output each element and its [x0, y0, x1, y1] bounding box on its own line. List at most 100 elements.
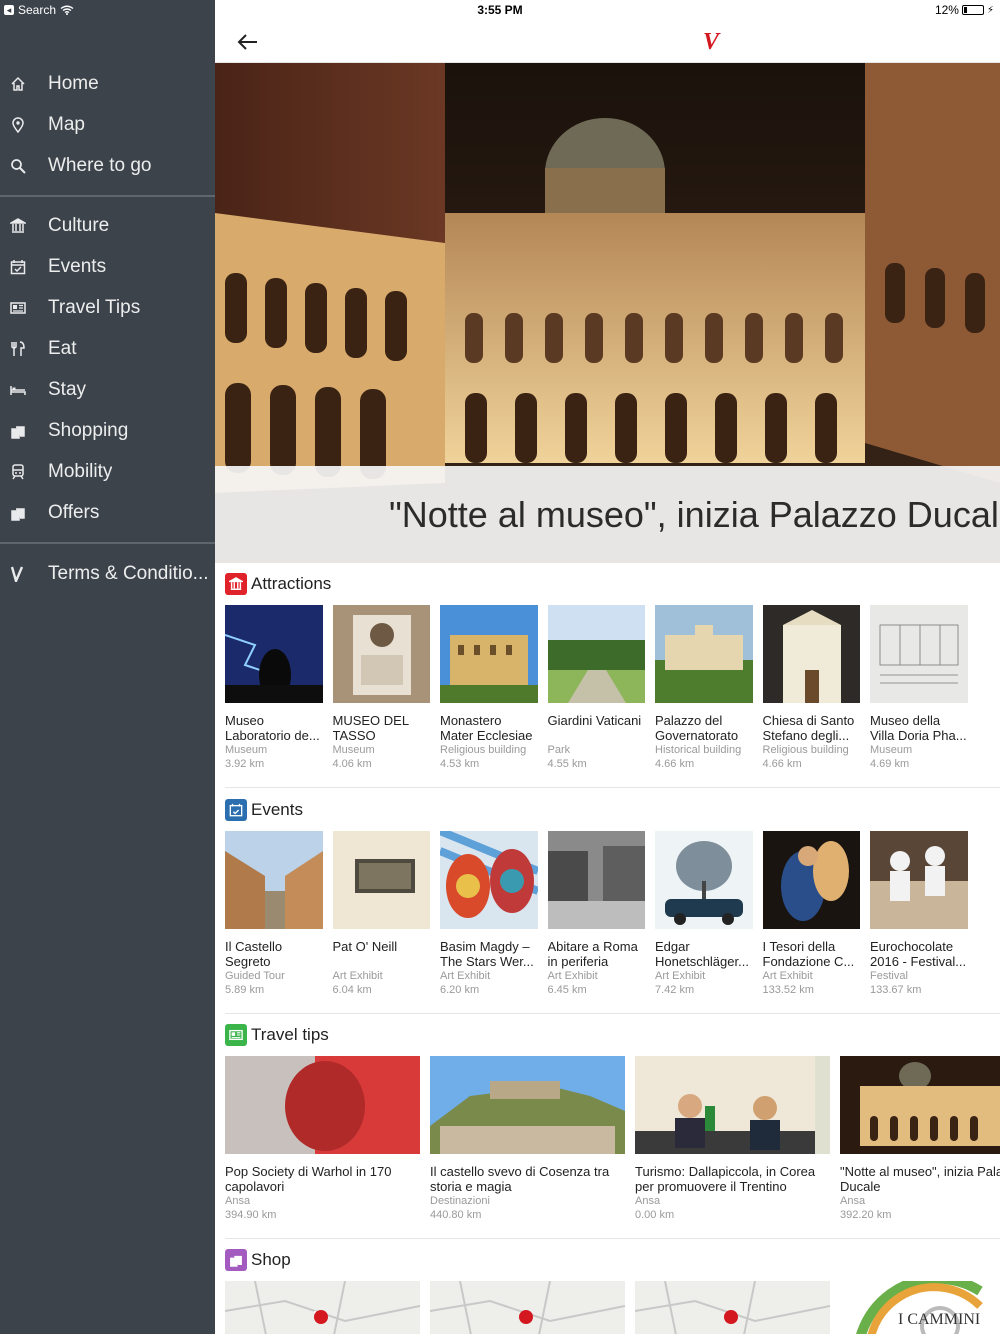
sidebar-item-label: Events: [48, 255, 107, 277]
card-title: Pop Society di Warhol in 170 capolavori: [225, 1164, 392, 1194]
sidebar-item-label: Offers: [48, 501, 100, 523]
shop-list: I CAMMINI: [225, 1281, 1000, 1334]
attraction-card[interactable]: MUSEO DEL TASSO Museum 4.06 km: [332, 605, 430, 771]
sidebar-item-home[interactable]: Home: [0, 63, 215, 104]
card-title: Il castello svevo di Cosenza tra storia …: [430, 1164, 610, 1194]
card-thumbnail: [655, 831, 753, 929]
sidebar-menu: Home Map Where to go Culture Events Trav…: [0, 0, 215, 1334]
top-bar: V: [215, 20, 1000, 63]
card-thumbnail: [635, 1281, 830, 1334]
card-distance: 6.04 km: [332, 984, 372, 996]
train-icon: [0, 463, 48, 480]
card-title: Basim Magdy – The Stars Wer...: [440, 939, 534, 969]
hero-banner[interactable]: "Notte al museo", inizia Palazzo Ducale: [215, 63, 1000, 563]
event-card[interactable]: Edgar Honetschläger... Art Exhibit 7.42 …: [655, 831, 753, 997]
card-thumbnail: [870, 831, 968, 929]
travel-tip-card[interactable]: Turismo: Dallapiccola, in Corea per prom…: [635, 1056, 830, 1222]
events-header[interactable]: Events: [225, 799, 303, 821]
card-thumbnail: [547, 831, 645, 929]
card-thumbnail: [762, 605, 860, 703]
travel-tip-card[interactable]: Pop Society di Warhol in 170 capolavori …: [225, 1056, 420, 1222]
card-distance: 392.20 km: [840, 1209, 892, 1221]
sidebar-item-mobility[interactable]: Mobility: [0, 451, 215, 492]
sidebar-item-events[interactable]: Events: [0, 246, 215, 287]
attractions-header[interactable]: Attractions: [225, 573, 331, 595]
attraction-card[interactable]: Museo della Villa Doria Pha... Museum 4.…: [870, 605, 968, 771]
shop-card[interactable]: I CAMMINI: [840, 1281, 1000, 1334]
sidebar-item-where-to-go[interactable]: Where to go: [0, 145, 215, 186]
card-thumbnail: [547, 605, 645, 703]
sidebar-item-map[interactable]: Map: [0, 104, 215, 145]
event-card[interactable]: Basim Magdy – The Stars Wer... Art Exhib…: [440, 831, 538, 997]
card-thumbnail: [225, 831, 323, 929]
card-category: Festival: [870, 970, 908, 982]
sidebar-item-label: Shopping: [48, 419, 129, 441]
card-category: Museum: [332, 744, 375, 756]
card-category: Religious building: [440, 744, 527, 756]
battery-icon: [961, 5, 984, 15]
attraction-card[interactable]: Giardini Vaticani Park 4.55 km: [547, 605, 645, 771]
card-thumbnail: [440, 605, 538, 703]
card-thumbnail: [332, 831, 430, 929]
travel-tip-card[interactable]: "Notte al museo", inizia Palazzo Ducale …: [840, 1056, 1000, 1222]
card-thumbnail: [440, 831, 538, 929]
card-distance: 394.90 km: [225, 1209, 277, 1221]
shop-header[interactable]: Shop: [225, 1249, 291, 1271]
card-category: Historical building: [655, 744, 742, 756]
shop-card-logo-text: I CAMMINI: [898, 1311, 981, 1328]
card-thumbnail: [870, 605, 968, 703]
event-card[interactable]: I Tesori della Fondazione C... Art Exhib…: [762, 831, 860, 997]
sidebar-footer-group: Terms & Conditio...: [0, 553, 215, 594]
event-card[interactable]: Il Castello Segreto Guided Tour 5.89 km: [225, 831, 323, 997]
event-card[interactable]: Eurochocolate 2016 - Festival... Festiva…: [870, 831, 968, 997]
attraction-card[interactable]: Monastero Mater Ecclesiae Religious buil…: [440, 605, 538, 771]
card-distance: 6.45 km: [547, 984, 587, 996]
shop-card[interactable]: [225, 1281, 420, 1334]
section-title: Shop: [251, 1250, 291, 1269]
sidebar-item-offers[interactable]: Offers: [0, 492, 215, 533]
shopping-bag-icon: [225, 1249, 247, 1271]
sidebar-item-label: Stay: [48, 378, 87, 400]
card-distance: 133.52 km: [762, 984, 814, 996]
shop-section: Shop I CAMMINI: [215, 1239, 1000, 1334]
card-distance: 5.89 km: [225, 984, 265, 996]
card-category: Art Exhibit: [440, 970, 491, 982]
section-title: Attractions: [251, 574, 332, 593]
sidebar-item-shopping[interactable]: Shopping: [0, 410, 215, 451]
sidebar-item-travel-tips[interactable]: Travel Tips: [0, 287, 215, 328]
event-card[interactable]: Abitare a Roma in periferia Art Exhibit …: [547, 831, 645, 997]
card-thumbnail: [225, 605, 323, 703]
card-category: Art Exhibit: [655, 970, 706, 982]
card-thumbnail: [225, 1056, 420, 1154]
shop-card[interactable]: [430, 1281, 625, 1334]
card-thumbnail: [332, 605, 430, 703]
sidebar-item-terms[interactable]: Terms & Conditio...: [0, 553, 215, 594]
card-title: Palazzo del Governatorato: [655, 713, 739, 743]
card-thumbnail: [840, 1056, 1000, 1154]
card-thumbnail: [655, 605, 753, 703]
travel-tips-header[interactable]: Travel tips: [225, 1024, 329, 1046]
sidebar-item-culture[interactable]: Culture: [0, 205, 215, 246]
back-arrow-icon[interactable]: [235, 28, 263, 56]
section-title: Travel tips: [251, 1025, 329, 1044]
event-card[interactable]: Pat O' Neill Art Exhibit 6.04 km: [332, 831, 430, 997]
attraction-card[interactable]: Museo Laboratorio de... Museum 3.92 km: [225, 605, 323, 771]
sidebar-item-eat[interactable]: Eat: [0, 328, 215, 369]
card-title: "Notte al museo", inizia Palazzo Ducale: [840, 1164, 1000, 1194]
card-category: Guided Tour: [225, 970, 285, 982]
sidebar-item-label: Home: [48, 72, 99, 94]
sidebar-item-stay[interactable]: Stay: [0, 369, 215, 410]
shopping-bag-icon: [0, 423, 48, 439]
bed-icon: [0, 382, 48, 398]
shop-card[interactable]: [635, 1281, 830, 1334]
sidebar-item-label: Travel Tips: [48, 296, 141, 318]
attraction-card[interactable]: Chiesa di Santo Stefano degli... Religio…: [762, 605, 860, 771]
card-distance: 6.20 km: [440, 984, 480, 996]
card-category: Art Exhibit: [762, 970, 813, 982]
attraction-card[interactable]: Palazzo del Governatorato Historical bui…: [655, 605, 753, 771]
travel-tip-card[interactable]: Il castello svevo di Cosenza tra storia …: [430, 1056, 625, 1222]
status-bar: ◂ Search 3:55 PM 12% ⚡: [0, 0, 1000, 20]
card-distance: 133.67 km: [870, 984, 922, 996]
sidebar-main-group: Home Map Where to go: [0, 63, 215, 186]
section-separator: [225, 787, 1000, 788]
